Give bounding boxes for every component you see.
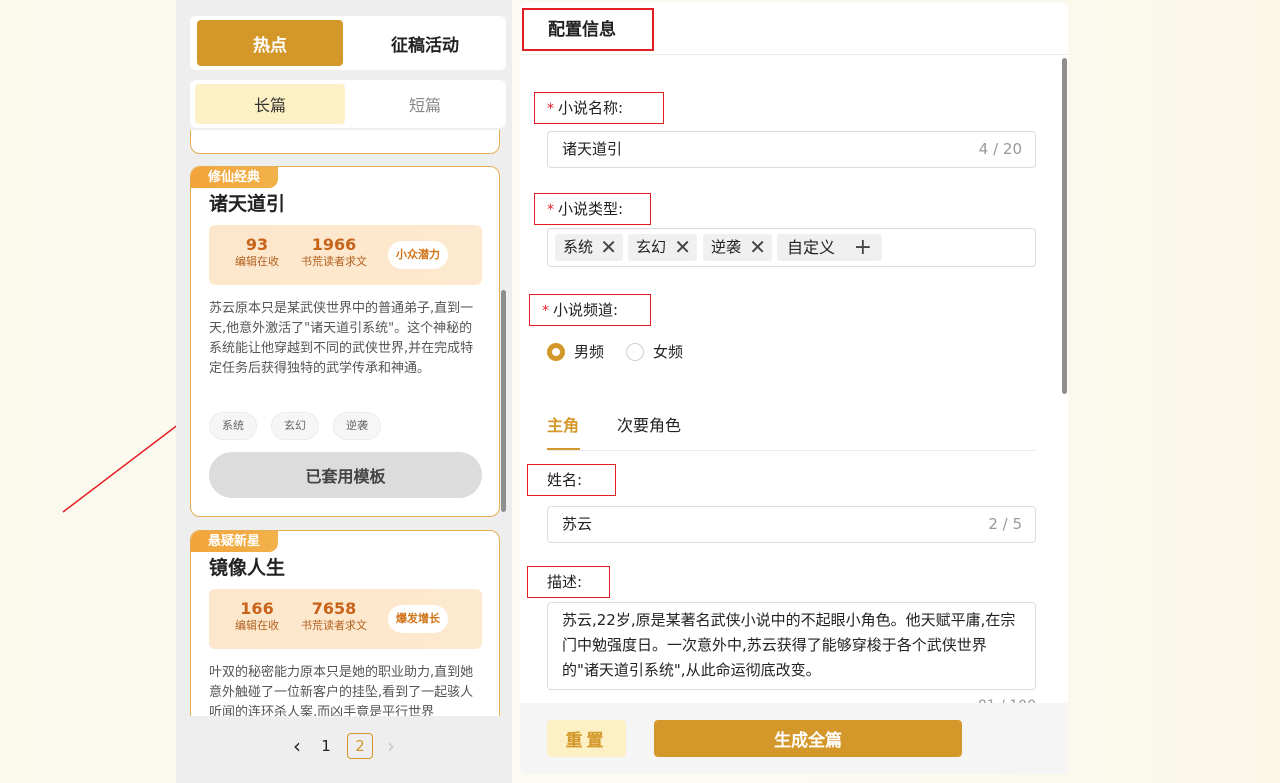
type-tag-label: 玄幻: [636, 238, 667, 256]
novel-type-label: * 小说类型:: [534, 193, 651, 225]
type-tag-label: 逆袭: [711, 238, 742, 256]
config-form[interactable]: * 小说名称: 诸天道引 4 / 20 * 小说类型: 系统 ✕ 玄幻 ✕ 逆袭 ✕ 自定…: [520, 56, 1068, 703]
channel-label: * 小说频道:: [529, 294, 651, 326]
novel-name-label-text: 小说名称:: [558, 99, 624, 117]
template-card[interactable]: 悬疑新星 镜像人生 166 编辑在收 7658 书荒读者求文 爆发增长 叶双的秘…: [190, 530, 500, 716]
close-icon[interactable]: ✕: [674, 234, 691, 261]
stat-readers-value: 7658: [311, 599, 357, 618]
top-tab-bar: 热点 征稿活动: [190, 16, 506, 70]
pagination: ‹ 1 2 ›: [176, 730, 512, 762]
card-badge: 悬疑新星: [191, 531, 279, 552]
form-scrollbar[interactable]: [1062, 58, 1067, 394]
required-mark: *: [547, 101, 554, 117]
template-card-list[interactable]: 修仙经典 诸天道引 93 编辑在收 1966 书荒读者求文 小众潜力 苏云原本只…: [190, 130, 506, 716]
novel-name-label: * 小说名称:: [534, 92, 664, 124]
applied-template-button[interactable]: 已套用模板: [209, 452, 482, 498]
role-tab-bar: 主角 次要角色: [547, 404, 1036, 451]
prev-page-icon[interactable]: ‹: [289, 734, 305, 758]
tab-hot[interactable]: 热点: [197, 20, 343, 66]
required-mark: *: [547, 202, 554, 218]
channel-label-text: 小说频道:: [553, 301, 619, 319]
card-badge: 修仙经典: [191, 167, 279, 188]
next-page-icon[interactable]: ›: [383, 734, 399, 758]
length-tab-bar: 长篇 短篇: [190, 80, 506, 128]
page-1[interactable]: 1: [315, 737, 337, 755]
custom-type-button[interactable]: 自定义 +: [777, 234, 882, 261]
config-header: 配置信息: [520, 3, 1068, 55]
name-input[interactable]: 苏云 2 / 5: [547, 506, 1036, 543]
action-bar: 重置 生成全篇: [520, 703, 1068, 774]
description-textarea[interactable]: 苏云,22岁,原是某著名武侠小说中的不起眼小角色。他天赋平庸,在宗门中勉强度日。…: [547, 602, 1036, 690]
type-tag: 系统 ✕: [555, 234, 623, 261]
tab-supporting-role[interactable]: 次要角色: [617, 412, 681, 436]
radio-female-label: 女频: [653, 343, 684, 361]
page-2-current[interactable]: 2: [347, 733, 373, 759]
card-description: 叶双的秘密能力原本只是她的职业助力,直到她意外触碰了一位新客户的挂坠,看到了一起…: [209, 665, 474, 716]
stat-editors-value: 93: [245, 235, 269, 254]
stat-readers-label: 书荒读者求文: [301, 255, 367, 268]
plus-icon: +: [853, 235, 872, 260]
radio-female[interactable]: 女频: [626, 341, 683, 362]
description-counter: 81 / 100: [978, 694, 1036, 703]
stat-editors-label: 编辑在收: [235, 255, 279, 268]
novel-name-input[interactable]: 诸天道引 4 / 20: [547, 131, 1036, 168]
potential-badge: 小众潜力: [388, 241, 448, 269]
growth-badge: 爆发增长: [388, 605, 448, 633]
type-tag: 逆袭 ✕: [703, 234, 772, 261]
stat-editors-label: 编辑在收: [235, 619, 279, 632]
tab-long[interactable]: 长篇: [195, 84, 345, 124]
list-scrollbar[interactable]: [501, 290, 506, 512]
config-panel: 配置信息 * 小说名称: 诸天道引 4 / 20 * 小说类型: 系统 ✕ 玄幻 ✕ 逆…: [520, 3, 1068, 774]
name-value: 苏云: [562, 515, 593, 533]
radio-male[interactable]: 男频: [547, 341, 604, 362]
type-tag: 玄幻 ✕: [628, 234, 697, 261]
active-tab-underline: [547, 448, 580, 450]
stat-readers-value: 1966: [311, 235, 357, 254]
radio-unchecked-icon: [626, 342, 644, 361]
genre-chip: 系统: [209, 412, 257, 440]
card-title: 镜像人生: [209, 557, 286, 579]
stat-readers-label: 书荒读者求文: [301, 619, 367, 632]
radio-checked-icon: [547, 342, 565, 361]
tab-short[interactable]: 短篇: [350, 84, 500, 124]
reset-button[interactable]: 重置: [547, 720, 626, 757]
generate-full-button[interactable]: 生成全篇: [654, 720, 962, 757]
stat-editors: 93 编辑在收: [235, 235, 279, 269]
novel-name-counter: 4 / 20: [978, 140, 1022, 158]
type-tag-label: 系统: [563, 238, 594, 256]
required-mark: *: [542, 303, 549, 319]
card-stats: 93 编辑在收 1966 书荒读者求文 小众潜力: [209, 225, 482, 285]
tab-contest[interactable]: 征稿活动: [352, 20, 498, 66]
stat-editors-value: 166: [240, 599, 274, 618]
genre-chip: 逆袭: [333, 412, 381, 440]
stat-readers: 1966 书荒读者求文: [301, 235, 367, 269]
close-icon[interactable]: ✕: [600, 234, 617, 261]
card-title: 诸天道引: [209, 193, 286, 215]
description-label: 描述:: [527, 566, 610, 598]
stat-editors: 166 编辑在收: [235, 599, 279, 633]
template-sidebar: 热点 征稿活动 长篇 短篇 修仙经典 诸天道引 93 编辑在收 1966 书荒读…: [176, 0, 512, 783]
config-title: 配置信息: [522, 8, 654, 51]
novel-type-select[interactable]: 系统 ✕ 玄幻 ✕ 逆袭 ✕ 自定义 +: [547, 228, 1036, 267]
novel-name-value: 诸天道引: [562, 140, 623, 158]
template-card[interactable]: 修仙经典 诸天道引 93 编辑在收 1966 书荒读者求文 小众潜力 苏云原本只…: [190, 166, 500, 517]
card-stats: 166 编辑在收 7658 书荒读者求文 爆发增长: [209, 589, 482, 649]
close-icon[interactable]: ✕: [749, 234, 766, 261]
custom-type-label: 自定义: [787, 238, 836, 257]
previous-card-peek: [190, 130, 500, 154]
genre-chip: 玄幻: [271, 412, 319, 440]
name-counter: 2 / 5: [988, 515, 1022, 533]
novel-type-label-text: 小说类型:: [558, 200, 624, 218]
radio-male-label: 男频: [574, 343, 605, 361]
tab-protagonist[interactable]: 主角: [547, 412, 579, 436]
card-description: 苏云原本只是某武侠世界中的普通弟子,直到一天,他意外激活了"诸天道引系统"。这个…: [209, 301, 474, 376]
stat-readers: 7658 书荒读者求文: [301, 599, 367, 633]
name-label: 姓名:: [527, 464, 616, 496]
